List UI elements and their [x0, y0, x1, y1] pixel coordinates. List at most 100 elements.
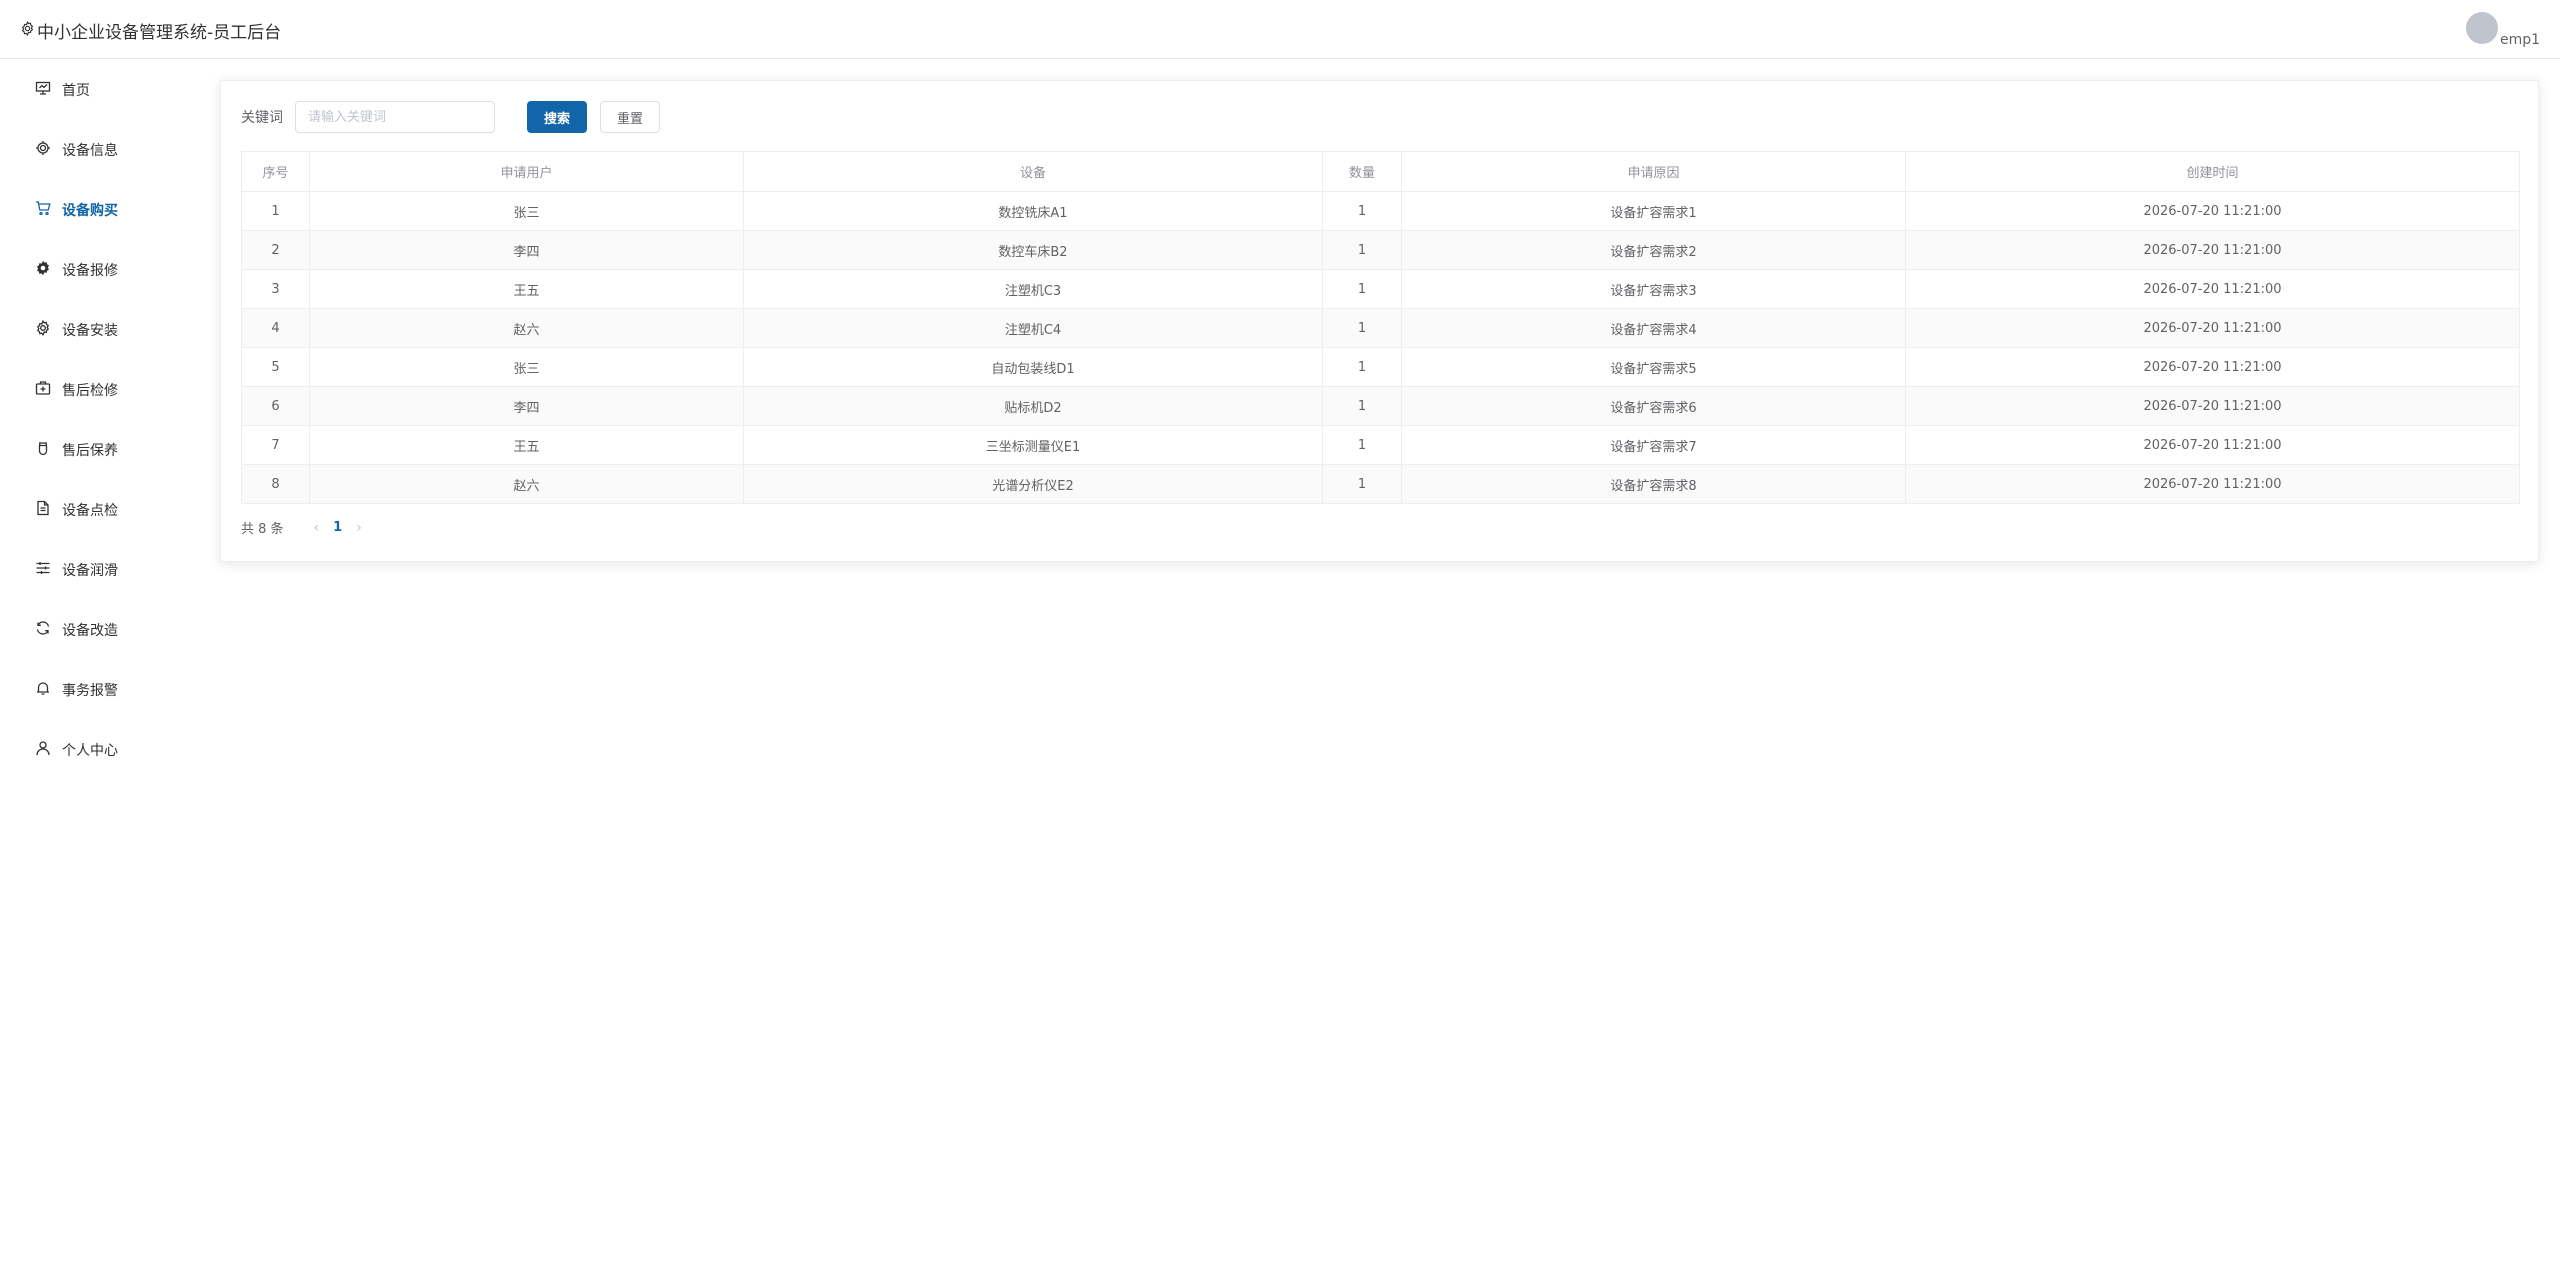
cell-user: 赵六 [309, 464, 744, 504]
cell-reason: 设备扩容需求7 [1401, 425, 1906, 465]
sidebar-item-label: 售后保养 [62, 443, 118, 459]
sidebar: 首页 设备信息 设备购买 设备报修 设备安装 售后检修 售后保养 设备点检 设备… [0, 60, 200, 780]
cell-reason: 设备扩容需求2 [1401, 230, 1906, 270]
reset-button[interactable]: 重置 [600, 101, 660, 133]
document-icon [35, 500, 62, 520]
table-row[interactable]: 7 王五 三坐标测量仪E1 1 设备扩容需求7 2026-07-20 11:21… [241, 425, 2520, 465]
cell-equipment: 数控铣床A1 [743, 191, 1323, 231]
column-header: 申请用户 [309, 151, 744, 192]
cell-quantity: 1 [1322, 386, 1402, 426]
cell-created-time: 2026-07-20 11:21:00 [1905, 464, 2520, 504]
cell-index: 8 [241, 464, 310, 504]
cell-user: 张三 [309, 347, 744, 387]
brand: 中小企业设备管理系统-员工后台 [20, 18, 281, 43]
sidebar-item-label: 个人中心 [62, 743, 118, 759]
gear-icon [35, 319, 62, 340]
cell-created-time: 2026-07-20 11:21:00 [1905, 347, 2520, 387]
sidebar-item-after-sales-maintenance[interactable]: 售后保养 [0, 420, 200, 480]
next-page-button[interactable]: › [356, 520, 362, 536]
avatar[interactable] [2465, 12, 2498, 44]
sliders-icon [35, 560, 62, 580]
cell-reason: 设备扩容需求1 [1401, 191, 1906, 231]
sidebar-item-modification[interactable]: 设备改造 [0, 600, 200, 660]
cell-index: 1 [241, 191, 310, 231]
first-aid-icon [35, 380, 62, 400]
cell-created-time: 2026-07-20 11:21:00 [1905, 425, 2520, 465]
table-row[interactable]: 8 赵六 光谱分析仪E2 1 设备扩容需求8 2026-07-20 11:21:… [241, 464, 2520, 504]
cell-index: 2 [241, 230, 310, 270]
cell-equipment: 数控车床B2 [743, 230, 1323, 270]
sidebar-item-label: 设备报修 [62, 263, 118, 279]
user-menu[interactable]: emp1 [2465, 12, 2540, 48]
cell-equipment: 光谱分析仪E2 [743, 464, 1323, 504]
total-count: 共 8 条 [241, 522, 284, 537]
cell-created-time: 2026-07-20 11:21:00 [1905, 269, 2520, 309]
gear-filled-icon [35, 260, 62, 280]
sidebar-item-label: 设备改造 [62, 623, 118, 639]
sidebar-item-profile[interactable]: 个人中心 [0, 720, 200, 780]
cell-user: 李四 [309, 386, 744, 426]
column-header: 序号 [241, 151, 310, 192]
cell-created-time: 2026-07-20 11:21:00 [1905, 308, 2520, 348]
gear-icon [20, 20, 37, 41]
search-button[interactable]: 搜索 [527, 101, 587, 133]
cell-reason: 设备扩容需求5 [1401, 347, 1906, 387]
top-header: 中小企业设备管理系统-员工后台 emp1 [0, 0, 2560, 59]
cell-quantity: 1 [1322, 308, 1402, 348]
username[interactable]: emp1 [2500, 32, 2540, 48]
search-bar: 关键词 搜索 重置 [241, 101, 660, 133]
sidebar-item-label: 设备购买 [62, 203, 118, 219]
purchase-table: 序号 申请用户 设备 数量 申请原因 创建时间 1 张三 数控铣床A1 1 设备… [241, 151, 2520, 504]
cell-quantity: 1 [1322, 269, 1402, 309]
prev-page-button[interactable]: ‹ [314, 520, 320, 536]
cell-index: 4 [241, 308, 310, 348]
sidebar-item-spot-check[interactable]: 设备点检 [0, 480, 200, 540]
chip-icon [35, 140, 62, 160]
cell-quantity: 1 [1322, 191, 1402, 231]
cell-user: 赵六 [309, 308, 744, 348]
table-row[interactable]: 2 李四 数控车床B2 1 设备扩容需求2 2026-07-20 11:21:0… [241, 230, 2520, 270]
keyword-input[interactable] [295, 101, 495, 133]
cell-reason: 设备扩容需求8 [1401, 464, 1906, 504]
table-row[interactable]: 5 张三 自动包装线D1 1 设备扩容需求5 2026-07-20 11:21:… [241, 347, 2520, 387]
cell-equipment: 贴标机D2 [743, 386, 1323, 426]
sidebar-item-home[interactable]: 首页 [0, 60, 200, 120]
cell-user: 张三 [309, 191, 744, 231]
sidebar-item-label: 事务报警 [62, 683, 118, 699]
app-title: 中小企业设备管理系统-员工后台 [37, 23, 282, 43]
sidebar-item-equipment-install[interactable]: 设备安装 [0, 300, 200, 360]
cell-quantity: 1 [1322, 230, 1402, 270]
page-number-current[interactable]: 1 [333, 520, 342, 535]
cell-created-time: 2026-07-20 11:21:00 [1905, 191, 2520, 231]
cell-reason: 设备扩容需求6 [1401, 386, 1906, 426]
cell-created-time: 2026-07-20 11:21:00 [1905, 230, 2520, 270]
sidebar-item-lubrication[interactable]: 设备润滑 [0, 540, 200, 600]
table-row[interactable]: 1 张三 数控铣床A1 1 设备扩容需求1 2026-07-20 11:21:0… [241, 191, 2520, 231]
cell-quantity: 1 [1322, 425, 1402, 465]
column-header: 创建时间 [1905, 151, 2520, 192]
cell-quantity: 1 [1322, 464, 1402, 504]
table-row[interactable]: 4 赵六 注塑机C4 1 设备扩容需求4 2026-07-20 11:21:00 [241, 308, 2520, 348]
user-icon [35, 740, 62, 760]
table-row[interactable]: 6 李四 贴标机D2 1 设备扩容需求6 2026-07-20 11:21:00 [241, 386, 2520, 426]
cell-equipment: 注塑机C3 [743, 269, 1323, 309]
sidebar-item-label: 首页 [62, 83, 90, 99]
sidebar-item-after-sales-inspection[interactable]: 售后检修 [0, 360, 200, 420]
cup-icon [35, 440, 62, 460]
cell-quantity: 1 [1322, 347, 1402, 387]
keyword-label: 关键词 [241, 110, 283, 126]
cell-user: 王五 [309, 425, 744, 465]
sidebar-item-equipment-repair[interactable]: 设备报修 [0, 240, 200, 300]
cell-user: 王五 [309, 269, 744, 309]
cell-index: 7 [241, 425, 310, 465]
table-row[interactable]: 3 王五 注塑机C3 1 设备扩容需求3 2026-07-20 11:21:00 [241, 269, 2520, 309]
cell-reason: 设备扩容需求4 [1401, 308, 1906, 348]
bell-icon [35, 680, 62, 700]
cell-index: 6 [241, 386, 310, 426]
sidebar-item-equipment-info[interactable]: 设备信息 [0, 120, 200, 180]
cell-equipment: 三坐标测量仪E1 [743, 425, 1323, 465]
sidebar-item-equipment-purchase[interactable]: 设备购买 [0, 180, 200, 240]
column-header: 申请原因 [1401, 151, 1906, 192]
monitor-icon [35, 80, 62, 100]
sidebar-item-alarm[interactable]: 事务报警 [0, 660, 200, 720]
